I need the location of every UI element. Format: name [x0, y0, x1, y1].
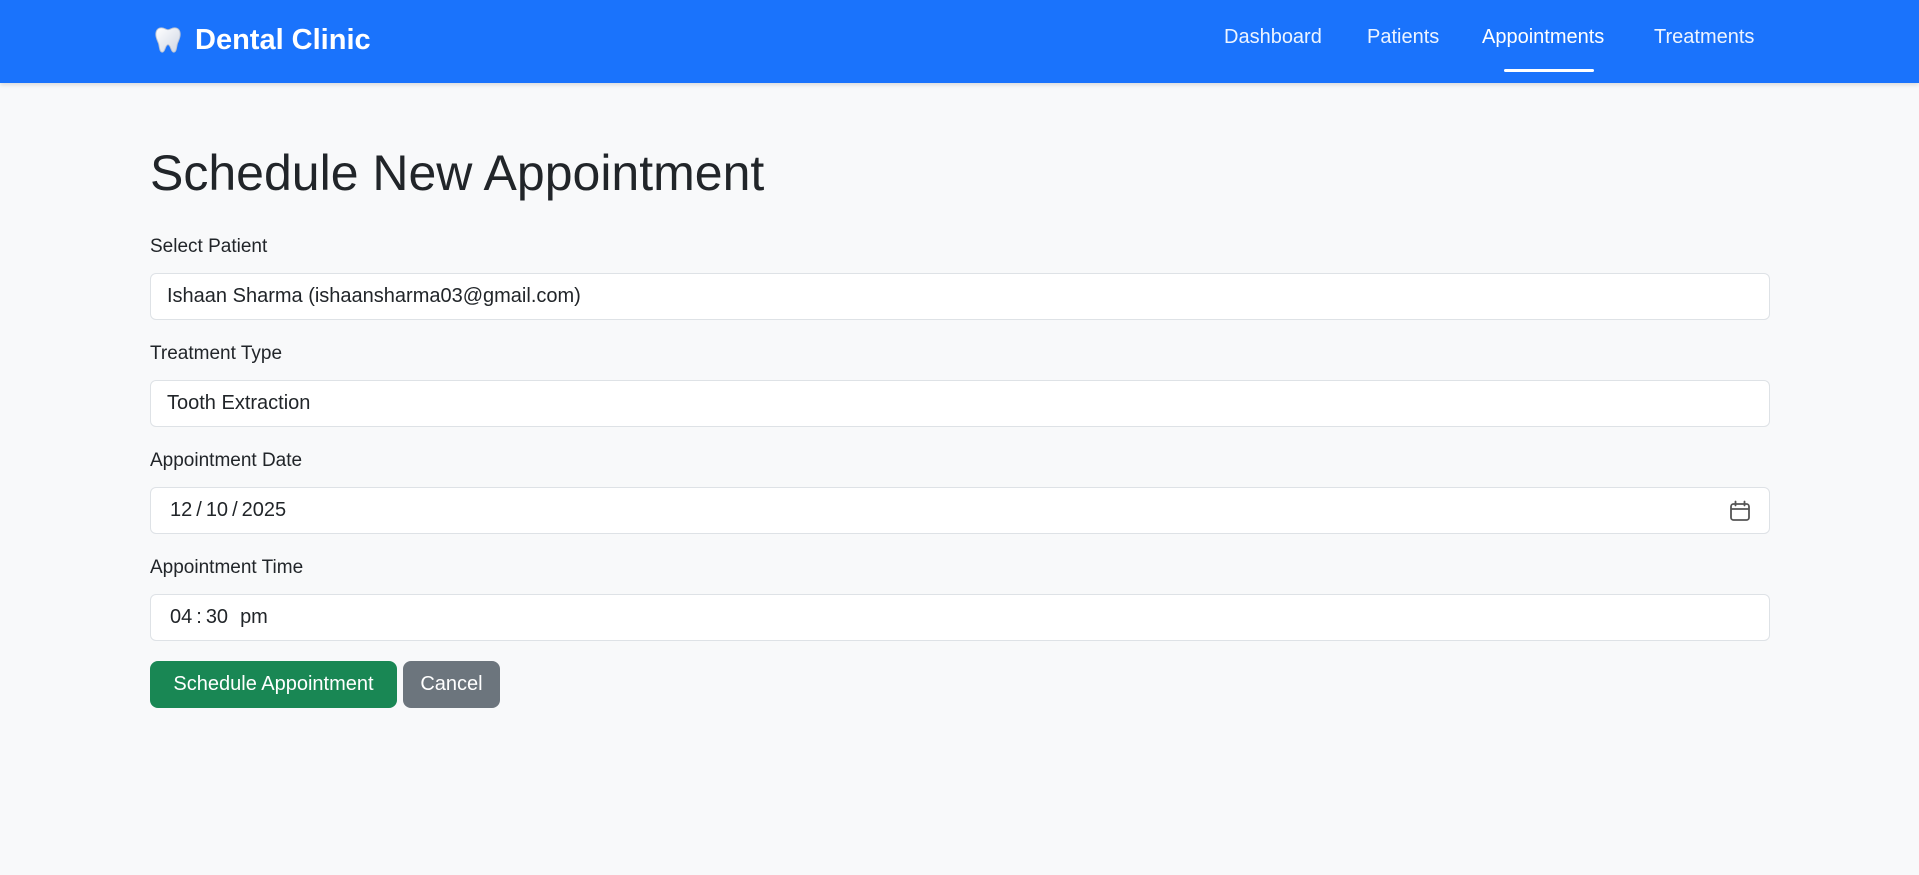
nav-item-appointments[interactable]: Appointments [1482, 26, 1604, 49]
time-period[interactable]: pm [240, 606, 268, 629]
treatment-label: Treatment Type [150, 343, 283, 364]
calendar-icon[interactable] [1729, 500, 1751, 522]
time-label: Appointment Time [150, 557, 304, 578]
cancel-button[interactable]: Cancel [403, 661, 500, 708]
schedule-appointment-button[interactable]: Schedule Appointment [150, 661, 397, 708]
date-separator: / [232, 499, 238, 521]
nav-item-dashboard[interactable]: Dashboard [1224, 26, 1322, 49]
date-year[interactable]: 2025 [242, 499, 287, 522]
patient-select-value: Ishaan Sharma (ishaansharma03@gmail.com) [167, 285, 581, 307]
treatment-select-value: Tooth Extraction [167, 392, 311, 414]
date-day[interactable]: 10 [206, 499, 228, 522]
nav-item-treatments[interactable]: Treatments [1654, 26, 1754, 49]
active-nav-indicator [1504, 69, 1594, 72]
navbar: Dental Clinic Dashboard Dashboard Patien… [0, 0, 1919, 83]
time-separator: : [196, 606, 202, 628]
brand-title: Dental Clinic [195, 23, 371, 56]
date-separator: / [196, 499, 202, 521]
patient-select[interactable]: Ishaan Sharma (ishaansharma03@gmail.com) [150, 273, 1770, 320]
brand[interactable]: Dental Clinic [153, 22, 371, 58]
time-minute[interactable]: 30 [206, 606, 228, 629]
page-title: Schedule New Appointment [150, 145, 765, 201]
date-input[interactable]: 12 / 10 / 2025 [150, 487, 1770, 534]
nav-item-patients[interactable]: Patients [1367, 26, 1439, 49]
time-input[interactable]: 04 : 30 pm [150, 594, 1770, 641]
date-label: Appointment Date [150, 450, 303, 471]
patient-label: Select Patient [150, 236, 268, 257]
time-hour[interactable]: 04 [170, 606, 192, 629]
date-month[interactable]: 12 [170, 499, 192, 522]
treatment-select[interactable]: Tooth Extraction [150, 380, 1770, 427]
tooth-icon [155, 27, 181, 53]
